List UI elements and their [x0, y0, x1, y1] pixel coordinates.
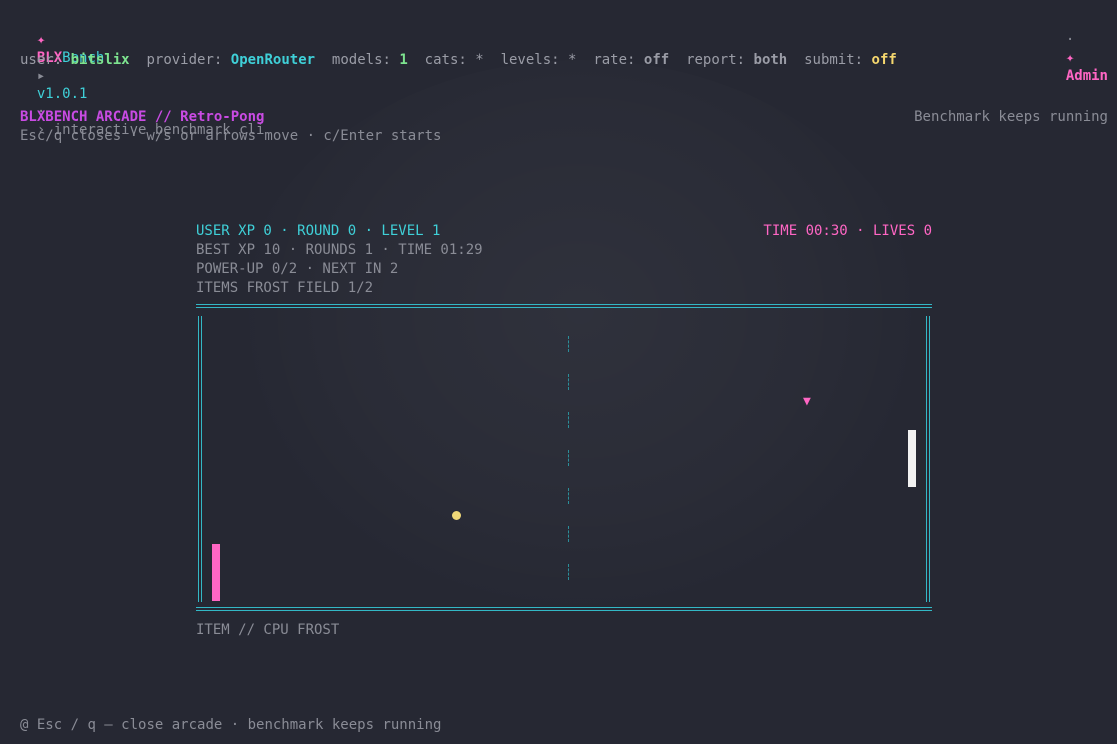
cpu-paddle [908, 430, 916, 487]
item-caption: ITEM // CPU FROST [196, 622, 340, 638]
models-label: models: [331, 52, 391, 68]
field-left-border [198, 316, 199, 602]
hud-powerup-status: POWER-UP 0/2 · NEXT IN 2 [196, 261, 399, 277]
levels-value: * [568, 52, 577, 68]
admin-badge[interactable]: · ✦ Admin [1049, 13, 1108, 85]
models-value: 1 [399, 52, 408, 68]
field-right-border-inner [926, 316, 927, 602]
arcade-controls-hint: Esc/q closes · w/s or arrows move · c/En… [20, 128, 442, 144]
field-right-border [929, 316, 930, 602]
field-top-border-inner [196, 307, 932, 308]
version-label: v1.0.1 [36, 86, 88, 102]
pong-ball [452, 511, 461, 520]
benchmark-running-note: Benchmark keeps running [914, 109, 1108, 125]
hud-best-stats: BEST XP 10 · ROUNDS 1 · TIME 01:29 [196, 242, 483, 258]
cats-label: cats: [424, 52, 467, 68]
hud-user-stats: USER XP 0 · ROUND 0 · LEVEL 1 [196, 223, 441, 239]
center-net-segment [568, 488, 569, 504]
field-bottom-border-inner [196, 610, 932, 611]
frost-powerup-icon: ▼ [803, 394, 811, 409]
player-paddle[interactable] [212, 544, 220, 601]
center-net-segment [568, 526, 569, 542]
provider-value: OpenRouter [230, 52, 316, 68]
center-net-segment [568, 374, 569, 390]
footer-hint: @ Esc / q — close arcade · benchmark kee… [20, 716, 441, 734]
hud-time-lives: TIME 00:30 · LIVES 0 [763, 223, 932, 239]
center-net-segment [568, 450, 569, 466]
report-value: both [753, 52, 788, 68]
admin-star-icon: ✦ [1065, 50, 1075, 66]
footer-text: Esc / q — close arcade · benchmark keeps… [36, 717, 442, 733]
admin-separator: · [1065, 32, 1075, 48]
submit-value: off [871, 52, 897, 68]
report-label: report: [686, 52, 746, 68]
field-left-border-inner [201, 316, 202, 602]
logo-star-icon: ✦ [36, 32, 46, 48]
levels-label: levels: [500, 52, 560, 68]
submit-label: submit: [804, 52, 864, 68]
rate-value: off [643, 52, 670, 68]
arrow-icon: ▸ [36, 68, 46, 84]
hud-items-status: ITEMS FROST FIELD 1/2 [196, 280, 374, 296]
field-bottom-border [196, 607, 932, 608]
cats-value: * [475, 52, 484, 68]
admin-label: Admin [1065, 68, 1108, 84]
center-net-segment [568, 336, 569, 352]
center-net-segment [568, 412, 569, 428]
status-line: user: bitslix provider: OpenRouter model… [20, 51, 897, 69]
center-net-segment [568, 564, 569, 580]
provider-label: provider: [146, 52, 223, 68]
user-value: bitslix [70, 52, 130, 68]
at-icon: @ [20, 717, 29, 733]
arcade-title: BLXBENCH ARCADE // Retro-Pong [20, 109, 265, 125]
field-top-border [196, 304, 932, 305]
rate-label: rate: [593, 52, 636, 68]
user-label: user: [20, 52, 63, 68]
